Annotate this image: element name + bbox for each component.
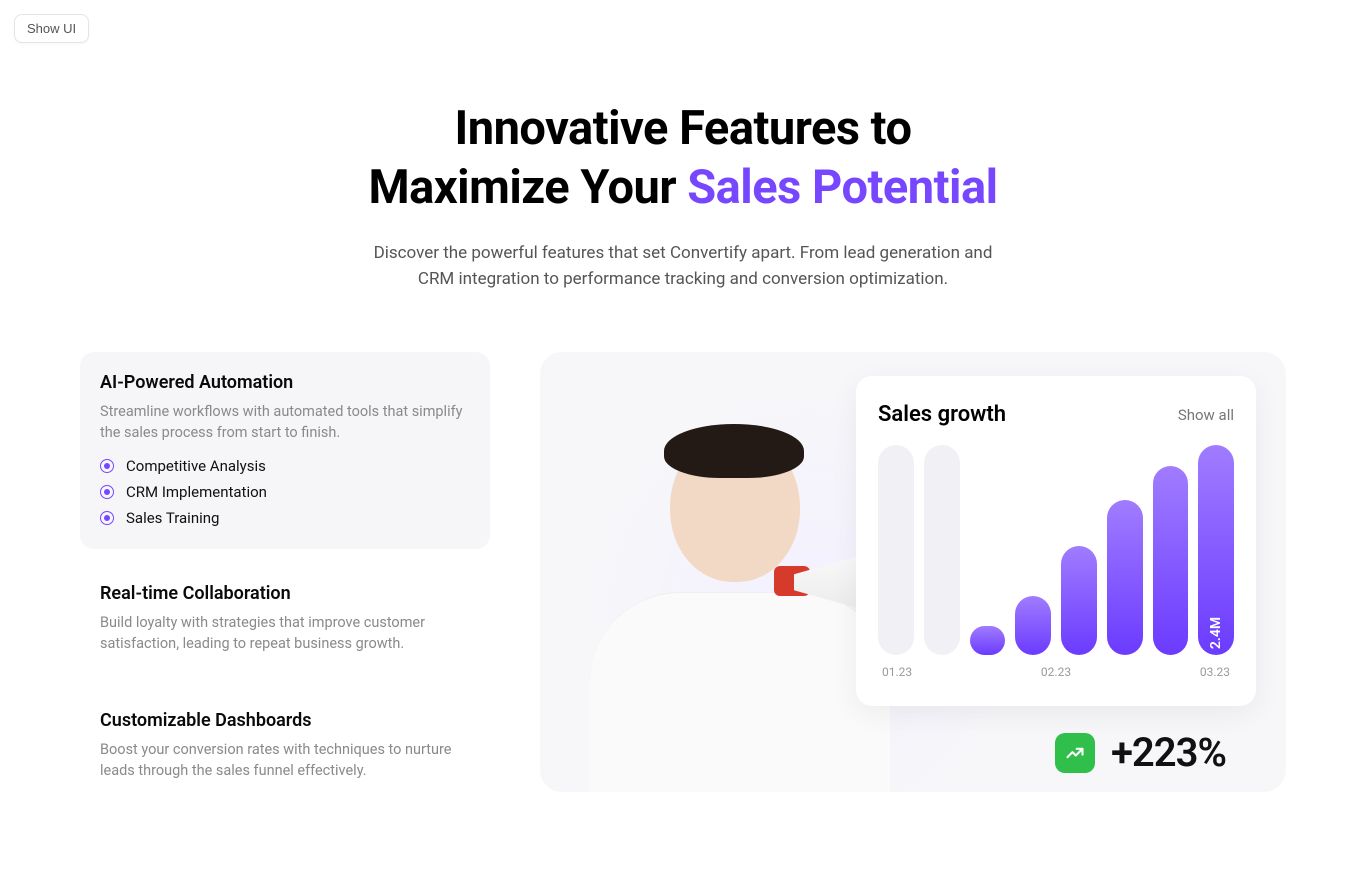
- hero-title-line2a: Maximize Your: [368, 160, 687, 215]
- chart-bar: 2.4M: [1198, 445, 1234, 655]
- bullet-item: Competitive Analysis: [100, 457, 470, 475]
- x-axis-label: 02.23: [1041, 665, 1071, 679]
- radio-dot-icon: [100, 485, 114, 499]
- bullet-label: CRM Implementation: [126, 483, 267, 501]
- feature-desc: Build loyalty with strategies that impro…: [100, 612, 470, 654]
- features-list: AI-Powered Automation Streamline workflo…: [80, 352, 490, 817]
- chart-bar: [1107, 500, 1143, 655]
- radio-dot-icon: [100, 459, 114, 473]
- show-all-link[interactable]: Show all: [1178, 406, 1234, 424]
- bullet-item: CRM Implementation: [100, 483, 470, 501]
- chart-bar: [1061, 546, 1097, 655]
- bullet-item: Sales Training: [100, 509, 470, 527]
- bullet-label: Competitive Analysis: [126, 457, 266, 475]
- hero-title-accent: Sales Potential: [687, 160, 997, 215]
- chart-bar: [924, 445, 960, 655]
- chart-bar: [970, 626, 1006, 655]
- hero-title: Innovative Features to Maximize Your Sal…: [0, 100, 1366, 218]
- chart-bar: [878, 445, 914, 655]
- show-ui-button[interactable]: Show UI: [14, 14, 89, 43]
- chart-bar-peak-label: 2.4M: [1208, 617, 1224, 649]
- sales-growth-card: Sales growth Show all 2.4M 01.23 02.23 0…: [856, 376, 1256, 706]
- feature-title: Real-time Collaboration: [100, 583, 470, 604]
- feature-desc: Streamline workflows with automated tool…: [100, 401, 470, 443]
- hero-title-line1: Innovative Features to: [454, 101, 911, 156]
- person-hair-front: [664, 424, 804, 478]
- x-axis-label: 01.23: [882, 665, 912, 679]
- feature-card-ai-automation[interactable]: AI-Powered Automation Streamline workflo…: [80, 352, 490, 549]
- feature-title: Customizable Dashboards: [100, 710, 470, 731]
- feature-card-dashboards[interactable]: Customizable Dashboards Boost your conve…: [80, 690, 490, 803]
- kpi-growth: +223%: [1055, 729, 1226, 776]
- trend-up-icon: [1055, 733, 1095, 773]
- chart-x-axis: 01.23 02.23 03.23: [878, 665, 1234, 679]
- feature-desc: Boost your conversion rates with techniq…: [100, 739, 470, 781]
- kpi-growth-value: +223%: [1111, 729, 1226, 776]
- sales-bar-chart: 2.4M: [878, 445, 1234, 655]
- sales-card-title: Sales growth: [878, 402, 1006, 427]
- x-axis-label: 03.23: [1200, 665, 1230, 679]
- bullet-label: Sales Training: [126, 509, 219, 527]
- chart-bar: [1153, 466, 1189, 655]
- feature-bullets: Competitive Analysis CRM Implementation …: [100, 457, 470, 527]
- radio-dot-icon: [100, 511, 114, 525]
- feature-title: AI-Powered Automation: [100, 372, 470, 393]
- chart-bar: [1015, 596, 1051, 655]
- feature-visual-panel: Sales growth Show all 2.4M 01.23 02.23 0…: [540, 352, 1286, 792]
- hero-section: Innovative Features to Maximize Your Sal…: [0, 0, 1366, 292]
- feature-card-collaboration[interactable]: Real-time Collaboration Build loyalty wi…: [80, 563, 490, 676]
- hero-subtitle: Discover the powerful features that set …: [363, 240, 1003, 293]
